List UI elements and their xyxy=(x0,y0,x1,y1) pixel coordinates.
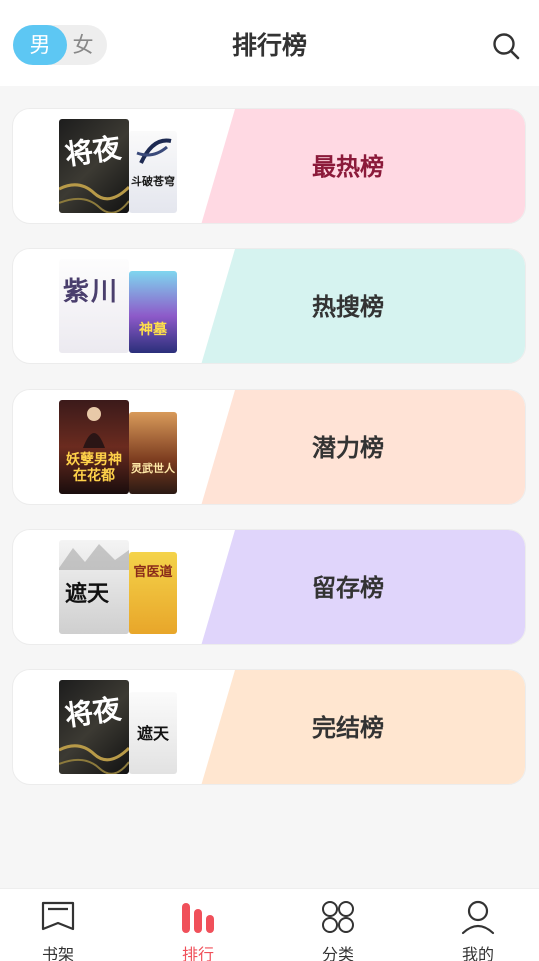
book-cover-2: 神墓 xyxy=(129,271,177,353)
tab-ranking[interactable]: 排行 xyxy=(131,889,265,961)
book-cover-1: 妖孽男神在花都 xyxy=(59,400,129,494)
ranking-icon xyxy=(182,903,214,933)
book-cover-1: 紫川 xyxy=(59,259,129,353)
tab-label: 书架 xyxy=(41,945,74,961)
tab-label: 分类 xyxy=(321,945,354,961)
book-cover-2: 斗破苍穹 xyxy=(129,131,177,213)
ranking-label: 潜力榜 xyxy=(312,434,384,462)
cover-texture xyxy=(59,183,129,213)
tab-label: 排行 xyxy=(181,945,214,961)
profile-icon xyxy=(461,900,495,935)
cover-texture xyxy=(59,744,129,774)
ranking-card-retention[interactable]: 遮天 官医道 留存榜 xyxy=(12,529,526,645)
bookshelf-icon xyxy=(41,901,75,931)
tab-profile[interactable]: 我的 xyxy=(411,889,539,961)
ranking-label: 完结榜 xyxy=(312,714,384,742)
book-cover-2: 官医道 xyxy=(129,552,177,634)
ranking-card-hot-search[interactable]: 紫川 神墓 热搜榜 xyxy=(12,248,526,364)
ranking-card-completed[interactable]: 将夜 遮天 完结榜 xyxy=(12,669,526,785)
cover-figure xyxy=(83,407,105,448)
tab-category[interactable]: 分类 xyxy=(271,889,405,961)
ranking-card-potential[interactable]: 妖孽男神在花都 灵武世人 潜力榜 xyxy=(12,389,526,505)
ranking-label: 最热榜 xyxy=(312,153,384,181)
book-cover-1: 遮天 xyxy=(59,540,129,634)
ranking-card-hottest[interactable]: 将夜 斗破苍穹 最热榜 xyxy=(12,108,526,224)
book-cover-1: 将夜 xyxy=(59,680,129,774)
top-header: 女 男 排行榜 xyxy=(0,0,539,86)
bottom-tab-bar: 书架 排行 分类 我的 xyxy=(0,888,539,961)
book-cover-2: 灵武世人 xyxy=(129,412,177,494)
search-icon[interactable] xyxy=(490,30,522,62)
ranking-label: 热搜榜 xyxy=(312,293,384,321)
cover-art xyxy=(136,138,172,164)
tab-label: 我的 xyxy=(461,945,494,961)
book-cover-2: 遮天 xyxy=(129,692,177,774)
category-icon xyxy=(322,901,354,933)
cover-mountains xyxy=(59,544,129,570)
tab-bookshelf[interactable]: 书架 xyxy=(0,889,125,961)
ranking-label: 留存榜 xyxy=(312,574,384,602)
book-cover-1: 将夜 xyxy=(59,119,129,213)
page-title: 排行榜 xyxy=(231,31,307,60)
